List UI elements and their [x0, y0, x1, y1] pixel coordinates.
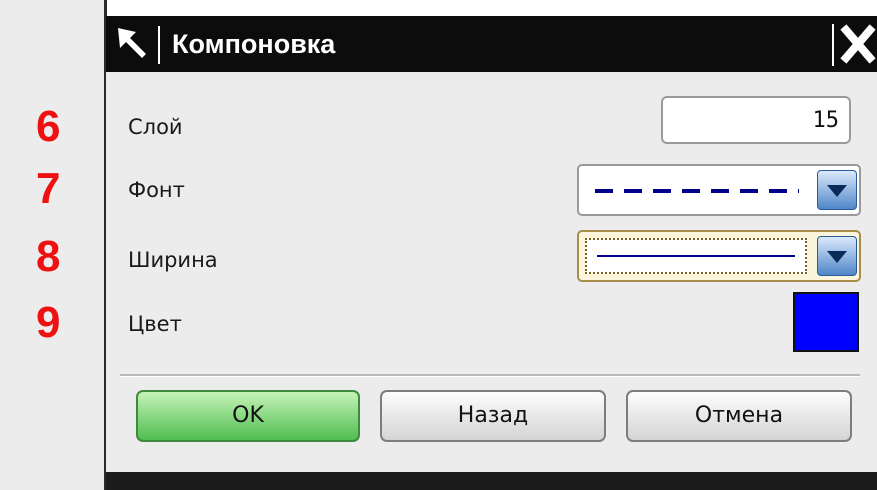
pin-icon[interactable] [110, 22, 156, 68]
layer-input[interactable] [661, 96, 851, 144]
font-select[interactable] [577, 164, 861, 216]
color-swatch[interactable] [793, 292, 859, 352]
dialog-bottom-bar [106, 472, 877, 490]
width-label: Ширина [128, 248, 218, 272]
cancel-button[interactable]: Отмена [626, 390, 852, 442]
ok-button[interactable]: OK [136, 390, 360, 442]
close-separator [832, 24, 834, 66]
back-button[interactable]: Назад [380, 390, 606, 442]
button-divider [120, 374, 860, 377]
font-label: Фонт [128, 178, 185, 202]
step-number-font: 7 [36, 164, 61, 213]
dialog-title: Компоновка [172, 29, 336, 59]
step-number-layer: 6 [36, 102, 61, 151]
thin-line-icon [585, 238, 807, 274]
chevron-down-icon[interactable] [817, 236, 857, 276]
color-label: Цвет [128, 312, 182, 336]
dashed-line-icon [585, 172, 807, 208]
title-separator [158, 26, 160, 64]
dialog-titlebar[interactable]: Компоновка [106, 16, 877, 72]
width-select[interactable] [577, 230, 861, 282]
step-number-width: 8 [36, 232, 61, 281]
screenshot-canvas: 6 7 8 9 Компоновка Слой Фонт [0, 0, 877, 490]
chevron-down-icon[interactable] [817, 170, 857, 210]
layout-dialog: Компоновка Слой Фонт Ширина [106, 16, 877, 490]
layer-label: Слой [128, 115, 183, 139]
close-icon[interactable] [838, 20, 877, 68]
step-number-color: 9 [36, 298, 61, 347]
